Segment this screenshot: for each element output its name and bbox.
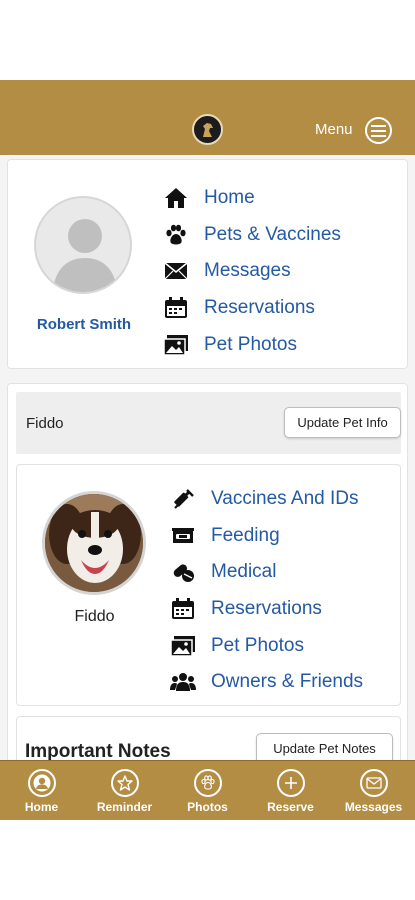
bottom-nav: Home Reminder Photos Reserve Messages: [0, 760, 415, 820]
nav-label: Pets & Vaccines: [204, 223, 341, 245]
pet-header: Fiddo Update Pet Info: [16, 392, 401, 454]
tab-messages[interactable]: Messages: [332, 761, 415, 820]
notes-card: Important Notes Update Pet Notes: [16, 716, 401, 760]
pet-name: Fiddo: [74, 608, 115, 625]
tab-reserve[interactable]: Reserve: [249, 761, 332, 820]
nav-item-pet-photos-2[interactable]: Pet Photos: [169, 627, 363, 664]
tab-label: Home: [24, 800, 59, 814]
envelope-circle-icon: [359, 769, 388, 797]
profile-nav: Home Pets & Vaccines Messages Reservatio…: [162, 180, 341, 363]
nav-label: Reservations: [204, 297, 315, 319]
tab-photos[interactable]: Photos: [166, 761, 249, 820]
main-content: Robert Smith Home Pets & Vaccines Messag…: [0, 155, 415, 760]
photo-icon: [162, 333, 190, 357]
nav-label: Messages: [204, 260, 291, 282]
pet-photo[interactable]: [42, 491, 146, 595]
food-bowl-icon: [169, 524, 197, 548]
plus-circle-icon: [276, 769, 305, 797]
nav-label: Medical: [211, 561, 277, 583]
nav-label: Vaccines And IDs: [211, 488, 359, 510]
nav-item-messages[interactable]: Messages: [162, 253, 341, 290]
update-pet-notes-button[interactable]: Update Pet Notes: [256, 733, 393, 760]
nav-item-vaccines-ids[interactable]: Vaccines And IDs: [169, 481, 363, 518]
tab-label: Photos: [187, 800, 228, 814]
nav-label: Pet Photos: [211, 634, 304, 656]
envelope-icon: [162, 259, 190, 283]
calendar-icon: [162, 296, 190, 320]
nav-item-owners-friends[interactable]: Owners & Friends: [169, 664, 363, 701]
nav-item-pet-reservations[interactable]: Reservations: [169, 591, 363, 628]
photo-icon: [169, 634, 197, 658]
calendar-icon: [169, 597, 197, 621]
tab-label: Reserve: [267, 800, 314, 814]
nav-item-feeding[interactable]: Feeding: [169, 518, 363, 555]
profile-card: Robert Smith Home Pets & Vaccines Messag…: [7, 159, 408, 369]
app-screen: Menu Robert Smith Home Pets & Vaccines M…: [0, 0, 415, 900]
user-circle-icon: [27, 769, 56, 797]
pet-section: Fiddo Update Pet Info Fiddo Vaccines And…: [7, 383, 408, 760]
tab-reminder[interactable]: Reminder: [83, 761, 166, 820]
update-pet-info-button[interactable]: Update Pet Info: [284, 407, 401, 438]
tab-label: Reminder: [96, 800, 153, 814]
nav-label: Owners & Friends: [211, 671, 364, 693]
nav-item-home[interactable]: Home: [162, 180, 341, 217]
notes-title: Important Notes: [25, 741, 171, 760]
nav-item-reservations[interactable]: Reservations: [162, 290, 341, 327]
tab-label: Messages: [344, 800, 403, 814]
pet-nav: Vaccines And IDs Feeding Medical Reserva…: [169, 481, 363, 701]
paw-circle-icon: [193, 769, 222, 797]
nav-label: Reservations: [211, 598, 322, 620]
home-icon: [162, 186, 190, 210]
menu-label[interactable]: Menu: [315, 121, 353, 138]
star-icon: [110, 769, 139, 797]
nav-item-medical[interactable]: Medical: [169, 554, 363, 591]
nav-label: Pet Photos: [204, 333, 297, 355]
user-name[interactable]: Robert Smith: [8, 316, 160, 333]
dog-photo-image: [45, 494, 143, 592]
pet-header-name: Fiddo: [26, 415, 64, 432]
tab-home[interactable]: Home: [0, 761, 83, 820]
hamburger-menu-icon[interactable]: [365, 117, 392, 144]
horse-logo-icon[interactable]: [192, 114, 223, 145]
avatar: [34, 196, 132, 294]
pill-icon: [169, 560, 197, 584]
syringe-icon: [169, 487, 197, 511]
nav-label: Feeding: [211, 524, 280, 546]
users-icon: [169, 670, 197, 694]
pet-card: Fiddo Vaccines And IDs Feeding Medical R…: [16, 464, 401, 706]
nav-item-pet-photos[interactable]: Pet Photos: [162, 326, 341, 363]
default-user-icon: [52, 219, 118, 292]
nav-label: Home: [204, 187, 255, 209]
nav-item-pets-vaccines[interactable]: Pets & Vaccines: [162, 217, 341, 254]
paw-icon: [162, 223, 190, 247]
